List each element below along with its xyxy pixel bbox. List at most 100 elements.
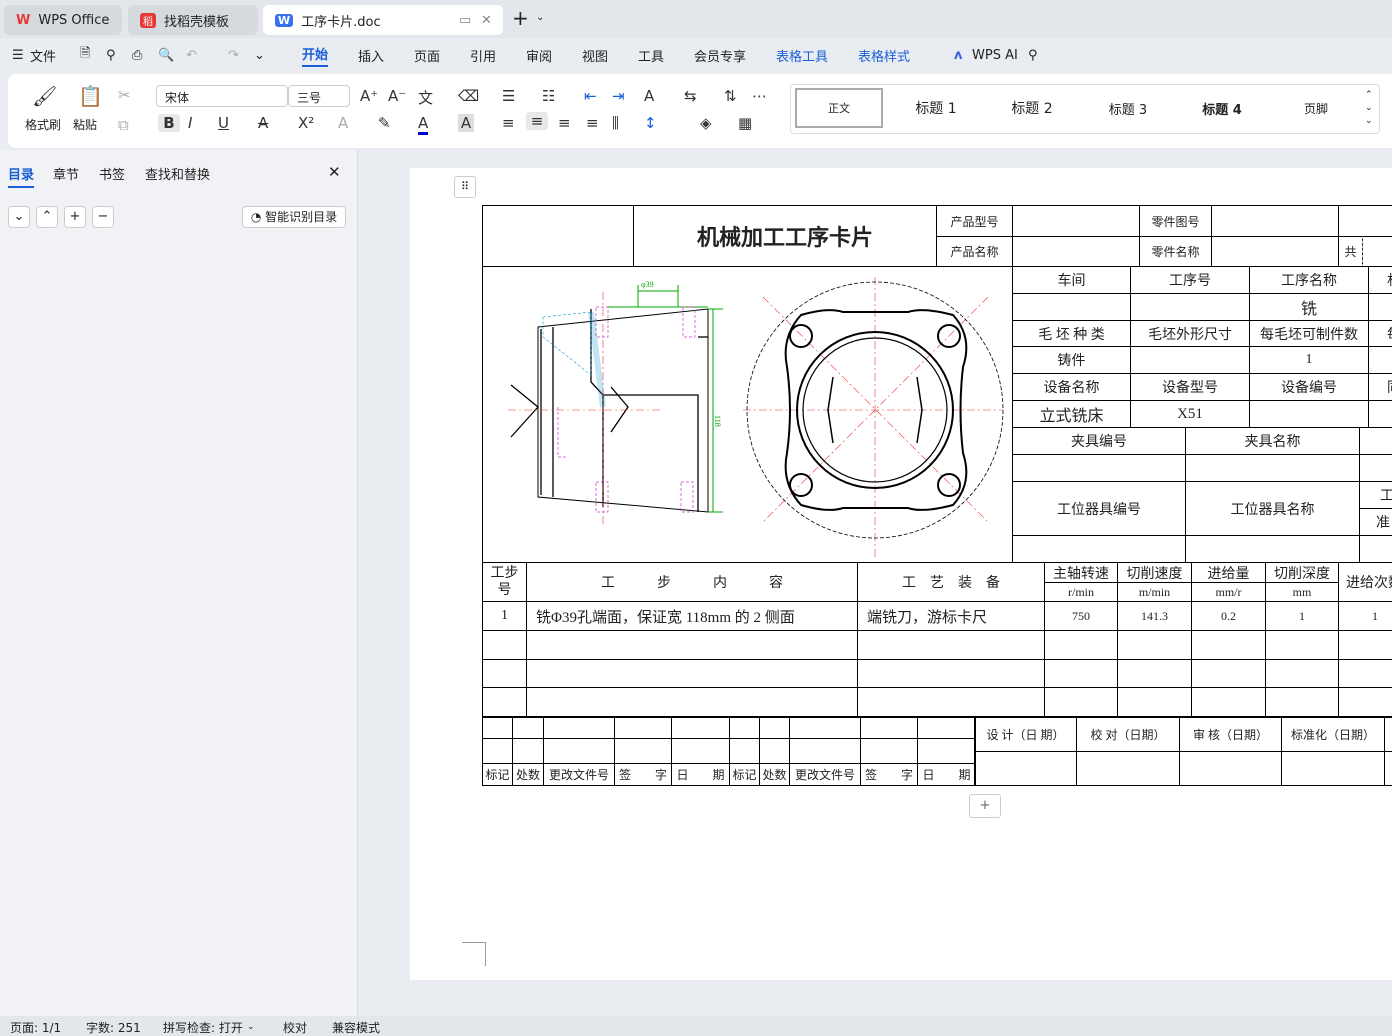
close-pane-icon[interactable]: ✕ — [328, 163, 341, 181]
decrease-indent-icon[interactable]: ⇤ — [584, 87, 597, 105]
undo-icon[interactable]: ↶ — [186, 48, 197, 63]
blank-size-label[interactable]: 毛坯外形尺寸 — [1130, 320, 1250, 347]
workshop-value[interactable] — [1012, 293, 1131, 321]
align-left-icon[interactable]: ≡ — [502, 114, 515, 132]
revision-label[interactable]: 处数 — [512, 763, 544, 786]
spell-check-toggle[interactable]: 拼写检查: 打开 — [163, 1019, 243, 1036]
style-heading-4[interactable]: 标题 4 — [1177, 88, 1267, 128]
numbering-icon[interactable]: ☷ — [542, 87, 555, 105]
equipment-model-value[interactable]: X51 — [1130, 400, 1250, 428]
equipment-number-label[interactable]: 设备编号 — [1249, 373, 1369, 401]
shrink-font-icon[interactable]: A⁻ — [388, 87, 406, 105]
step-empty-cell[interactable] — [857, 687, 1045, 718]
phonetic-icon[interactable]: 文 — [418, 87, 433, 108]
passes-header[interactable]: 进给次数 — [1338, 562, 1392, 602]
parts-per-blank-value[interactable]: 1 — [1249, 346, 1369, 374]
step-spindle-speed[interactable]: 750 — [1044, 601, 1118, 631]
step-equipment[interactable]: 端铣刀，游标卡尺 — [857, 601, 1045, 631]
revision-cell[interactable] — [860, 738, 918, 764]
card-logo-cell[interactable] — [482, 205, 634, 267]
align-center-icon[interactable]: ≡ — [526, 112, 548, 130]
font-size-select[interactable]: 三号 — [288, 85, 350, 107]
blank-type-label[interactable]: 毛 坯 种 类 — [1012, 320, 1131, 347]
revision-cell[interactable] — [917, 716, 976, 739]
revision-cell[interactable] — [543, 716, 615, 739]
signoff-value[interactable] — [1281, 751, 1385, 786]
product-name-label[interactable]: 产品名称 — [936, 236, 1013, 267]
menu-file[interactable]: 文件 — [30, 46, 56, 65]
product-model-label[interactable]: 产品型号 — [936, 205, 1013, 237]
revision-cell[interactable] — [512, 738, 544, 764]
revision-label[interactable]: 标记 — [482, 763, 513, 786]
station-tool-number-label[interactable]: 工位器具编号 — [1012, 481, 1186, 536]
revision-cell[interactable] — [671, 716, 730, 739]
table-move-handle-icon[interactable]: ⠿ — [454, 176, 476, 198]
add-row-icon[interactable]: + — [969, 794, 1001, 818]
signoff-label[interactable]: 校 对（日期） — [1076, 716, 1180, 752]
revision-cell[interactable] — [729, 738, 760, 764]
menu-review[interactable]: 审阅 — [526, 46, 552, 65]
step-cutting-speed[interactable]: 141.3 — [1117, 601, 1192, 631]
revision-cell[interactable] — [917, 738, 976, 764]
per-unit-label[interactable]: 每 — [1368, 320, 1392, 347]
step-empty-cell[interactable] — [1117, 687, 1192, 718]
process-equipment-header[interactable]: 工 艺 装 备 — [857, 562, 1045, 602]
tab-bookmark[interactable]: 书签 — [99, 164, 125, 183]
revision-cell[interactable] — [614, 716, 672, 739]
step-empty-cell[interactable] — [1265, 659, 1339, 688]
revision-label[interactable]: 处数 — [759, 763, 790, 786]
menu-table-tools[interactable]: 表格工具 — [776, 46, 828, 65]
part-drawing-cell[interactable]: 118 φ39 — [482, 266, 1013, 563]
step-empty-cell[interactable] — [1044, 687, 1118, 718]
feed-unit[interactable]: mm/r — [1191, 582, 1266, 602]
equipment-name-label[interactable]: 设备名称 — [1012, 373, 1131, 401]
chevron-down-icon[interactable]: ⌄ — [247, 1022, 255, 1032]
step-empty-cell[interactable] — [1191, 687, 1266, 718]
tab-wps-office[interactable]: W WPS Office — [4, 5, 122, 35]
step-empty-cell[interactable] — [1117, 659, 1192, 688]
operation-number-label[interactable]: 工序号 — [1130, 266, 1250, 294]
menu-reference[interactable]: 引用 — [470, 46, 496, 65]
copy-icon[interactable]: ⧉ — [118, 116, 129, 134]
cell[interactable] — [1368, 400, 1392, 428]
step-empty-cell[interactable] — [526, 630, 858, 660]
revision-cell[interactable] — [759, 738, 790, 764]
operation-number-value[interactable] — [1130, 293, 1250, 321]
step-empty-cell[interactable] — [526, 659, 858, 688]
revision-cell[interactable] — [512, 716, 544, 739]
prep-time-label[interactable]: 准 — [1359, 508, 1392, 536]
revision-cell[interactable] — [789, 738, 861, 764]
shading-icon[interactable]: ◈ — [700, 114, 712, 132]
tab-find-replace[interactable]: 查找和替换 — [145, 164, 210, 183]
signoff-value[interactable] — [1076, 751, 1180, 786]
collapse-icon[interactable]: ⌃ — [36, 206, 58, 228]
part-number-value[interactable] — [1211, 205, 1339, 237]
step-empty-cell[interactable] — [1338, 630, 1392, 660]
cell[interactable] — [1359, 454, 1392, 482]
operation-name-value[interactable]: 铣 — [1249, 293, 1369, 321]
menu-home[interactable]: 开始 — [302, 44, 329, 67]
font-color-icon[interactable]: A — [418, 114, 429, 135]
cut-depth-header[interactable]: 切削深度 — [1265, 562, 1339, 583]
style-normal[interactable]: 正文 — [795, 88, 883, 128]
monitor-icon[interactable]: ▭ — [459, 13, 471, 28]
line-spacing-icon[interactable]: ↕ — [644, 114, 657, 132]
borders-icon[interactable]: ▦ — [738, 114, 752, 132]
paste-button[interactable]: 粘贴 — [73, 116, 97, 133]
cell[interactable] — [1359, 427, 1392, 455]
tab-document[interactable]: W 工序卡片.doc ▭ ✕ — [263, 5, 503, 35]
step-cut-depth[interactable]: 1 — [1265, 601, 1339, 631]
menu-table-style[interactable]: 表格样式 — [858, 46, 910, 65]
page-count[interactable]: 页面: 1/1 — [10, 1019, 61, 1036]
step-empty-cell[interactable] — [1044, 659, 1118, 688]
new-tab-icon[interactable]: + — [512, 6, 529, 30]
proofread-button[interactable]: 校对 — [283, 1019, 307, 1036]
workshop-label[interactable]: 车间 — [1012, 266, 1131, 294]
product-name-value[interactable] — [1012, 236, 1140, 267]
step-empty-cell[interactable] — [1191, 659, 1266, 688]
signoff-label[interactable] — [1384, 716, 1392, 752]
step-empty-cell[interactable] — [1191, 630, 1266, 660]
increase-indent-icon[interactable]: ⇥ — [612, 87, 625, 105]
highlight-icon[interactable]: ✎ — [378, 114, 391, 132]
strikethrough-icon[interactable]: A — [258, 114, 268, 132]
